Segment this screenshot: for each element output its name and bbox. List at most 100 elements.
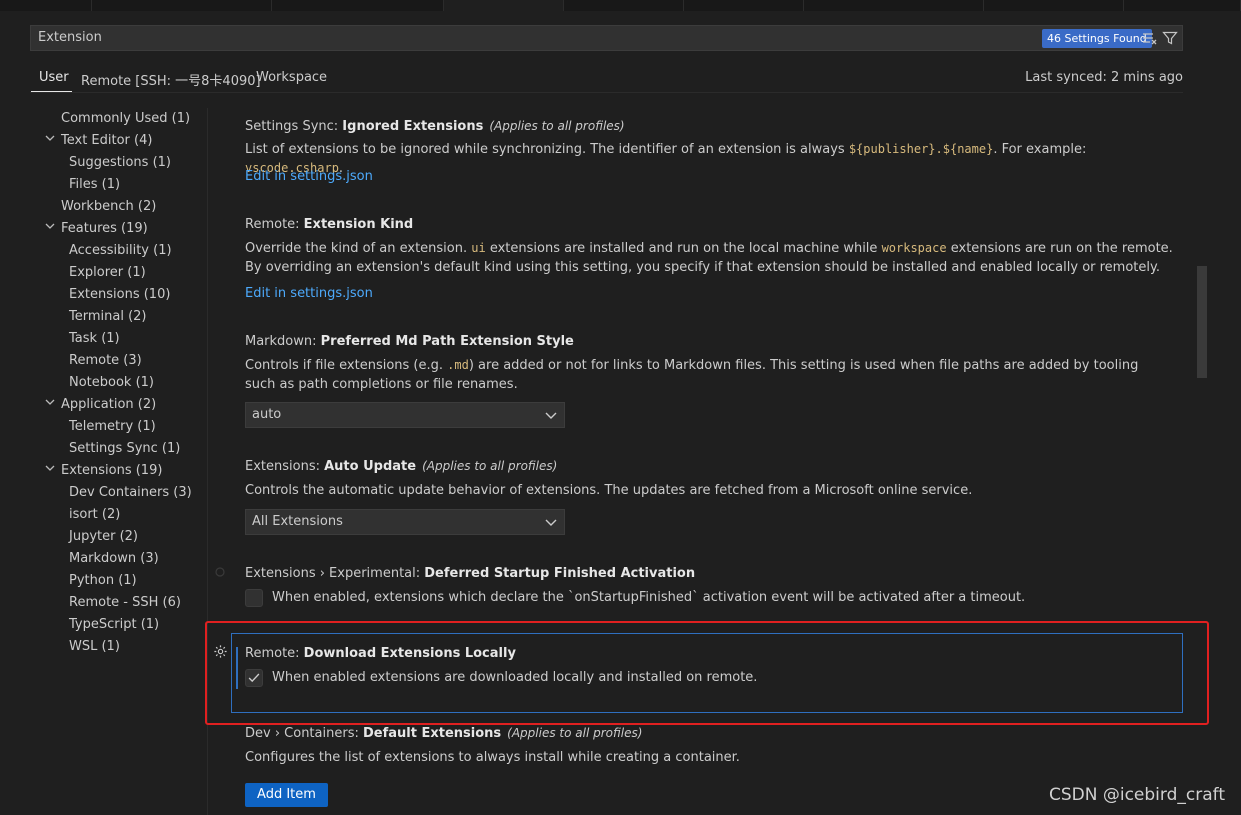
setting-title-deferred-startup: Extensions › Experimental: Deferred Star… <box>245 566 695 581</box>
applies-note: (Applies to all profiles) <box>507 726 643 740</box>
setting-description: Configures the list of extensions to alw… <box>245 750 740 765</box>
tab-workspace[interactable]: Workspace <box>256 70 327 85</box>
toc-item[interactable]: Suggestions (1) <box>69 152 171 174</box>
chevron-down-icon[interactable] <box>45 394 55 416</box>
toc-item[interactable]: WSL (1) <box>69 636 120 658</box>
auto-update-select[interactable]: All Extensions <box>245 509 565 535</box>
toc-item[interactable]: isort (2) <box>69 504 120 526</box>
results-count-badge: 46 Settings Found <box>1042 29 1152 48</box>
toc-item-label: Explorer (1) <box>69 265 146 280</box>
toc-item[interactable]: Task (1) <box>69 328 120 350</box>
editor-tab[interactable] <box>272 0 444 11</box>
toc-item[interactable]: Markdown (3) <box>69 548 159 570</box>
toc-item-label: Extensions (19) <box>61 463 163 478</box>
setting-description: List of extensions to be ignored while s… <box>245 140 1185 178</box>
toc-item-label: TypeScript (1) <box>69 617 160 632</box>
toc-item[interactable]: Extensions (19) <box>45 460 163 482</box>
toc-item-label: isort (2) <box>69 507 121 522</box>
toc-item[interactable]: Commonly Used (1) <box>61 108 190 130</box>
toc-item-label: Application (2) <box>61 397 157 412</box>
setting-name: Ignored Extensions <box>342 119 484 134</box>
toc-item[interactable]: Remote - SSH (6) <box>69 592 181 614</box>
setting-category: Markdown: <box>245 334 321 349</box>
toc-item-label: Extensions (10) <box>69 287 171 302</box>
deferred-startup-checkbox[interactable] <box>245 589 263 607</box>
toc-item[interactable]: Notebook (1) <box>69 372 154 394</box>
chevron-down-icon <box>545 412 557 419</box>
watermark: CSDN @icebird_craft <box>1048 785 1225 805</box>
setting-name: Auto Update <box>324 459 417 474</box>
applies-note: (Applies to all profiles) <box>489 119 625 133</box>
setting-description: Controls the automatic update behavior o… <box>245 483 973 498</box>
tabs-divider <box>30 92 1183 93</box>
toc-item-label: Remote - SSH (6) <box>69 595 181 610</box>
code-snippet: ${publisher}.${name} <box>848 142 994 156</box>
toc-item-label: Accessibility (1) <box>69 243 172 258</box>
md-path-style-select[interactable]: auto <box>245 402 565 428</box>
editor-tab[interactable] <box>0 0 92 11</box>
select-value: auto <box>252 407 282 422</box>
applies-note: (Applies to all profiles) <box>422 459 558 473</box>
setting-title-default-extensions: Dev › Containers: Default Extensions (App… <box>245 726 642 741</box>
toc-item-label: Features (19) <box>61 221 148 236</box>
toc-item[interactable]: Remote (3) <box>69 350 142 372</box>
setting-title-ignored-extensions: Settings Sync: Ignored Extensions (Applie… <box>245 119 625 134</box>
chevron-down-icon[interactable] <box>45 130 55 152</box>
toc-item-label: WSL (1) <box>69 639 120 654</box>
editor-tab[interactable] <box>684 0 804 11</box>
toc-item[interactable]: Files (1) <box>69 174 120 196</box>
search-value: Extension <box>38 30 102 45</box>
toc-item-label: Files (1) <box>69 177 121 192</box>
editor-tab-strip <box>0 0 1241 11</box>
toc-item[interactable]: Extensions (10) <box>69 284 170 306</box>
toc-item[interactable]: Telemetry (1) <box>69 416 156 438</box>
toc-item[interactable]: TypeScript (1) <box>69 614 159 636</box>
desc-text: extensions are installed and run on the … <box>485 241 882 256</box>
editor-tab[interactable] <box>564 0 684 11</box>
chevron-down-icon[interactable] <box>45 218 55 240</box>
toc-item[interactable]: Workbench (2) <box>61 196 156 218</box>
desc-text: Controls if file extensions (e.g. <box>245 358 448 373</box>
tab-user[interactable]: User <box>39 70 69 85</box>
toc-item[interactable]: Dev Containers (3) <box>69 482 192 504</box>
setting-title-extension-kind: Remote: Extension Kind <box>245 217 413 232</box>
scrollbar-thumb[interactable] <box>1197 266 1207 378</box>
desc-text: Override the kind of an extension. <box>245 241 472 256</box>
toc-item[interactable]: Jupyter (2) <box>69 526 138 548</box>
editor-tab[interactable] <box>984 0 1124 11</box>
toc-item[interactable]: Explorer (1) <box>69 262 146 284</box>
toc-item[interactable]: Features (19) <box>45 218 148 240</box>
edit-in-settings-json-link[interactable]: Edit in settings.json <box>245 286 373 301</box>
chevron-down-icon[interactable] <box>45 460 55 482</box>
toc-item[interactable]: Python (1) <box>69 570 137 592</box>
toc-item[interactable]: Accessibility (1) <box>69 240 172 262</box>
editor-tab[interactable] <box>1124 0 1241 11</box>
setting-category: Remote: <box>245 217 304 232</box>
toc-item-label: Python (1) <box>69 573 137 588</box>
setting-gear-icon[interactable] <box>214 566 226 578</box>
toc-item[interactable]: Settings Sync (1) <box>69 438 180 460</box>
desc-text: List of extensions to be ignored while s… <box>245 142 849 157</box>
clear-filter-icon[interactable] <box>1142 31 1158 45</box>
editor-tab[interactable] <box>804 0 984 11</box>
code-snippet: .md <box>447 358 469 372</box>
toc-item[interactable]: Application (2) <box>45 394 157 416</box>
editor-tab[interactable] <box>92 0 272 11</box>
edit-in-settings-json-link[interactable]: Edit in settings.json <box>245 169 373 184</box>
toc-item-label: Suggestions (1) <box>69 155 171 170</box>
setting-name: Default Extensions <box>362 726 502 741</box>
filter-icon[interactable] <box>1162 31 1178 45</box>
toc-item[interactable]: Text Editor (4) <box>45 130 152 152</box>
setting-category: Extensions › Experimental: <box>245 566 425 581</box>
toc-item-label: Markdown (3) <box>69 551 159 566</box>
settings-search-input[interactable]: Extension <box>30 25 1183 51</box>
toc-item-label: Terminal (2) <box>69 309 147 324</box>
toc-item[interactable]: Terminal (2) <box>69 306 147 328</box>
toc-item-label: Notebook (1) <box>69 375 155 390</box>
toc-item-label: Remote (3) <box>69 353 142 368</box>
toc-item-label: Dev Containers (3) <box>69 485 192 500</box>
tab-remote[interactable]: Remote [SSH: 一号8卡4090] <box>81 70 261 89</box>
add-item-button[interactable]: Add Item <box>245 783 328 807</box>
editor-tab-active[interactable] <box>444 0 564 11</box>
setting-category: Extensions: <box>245 459 325 474</box>
